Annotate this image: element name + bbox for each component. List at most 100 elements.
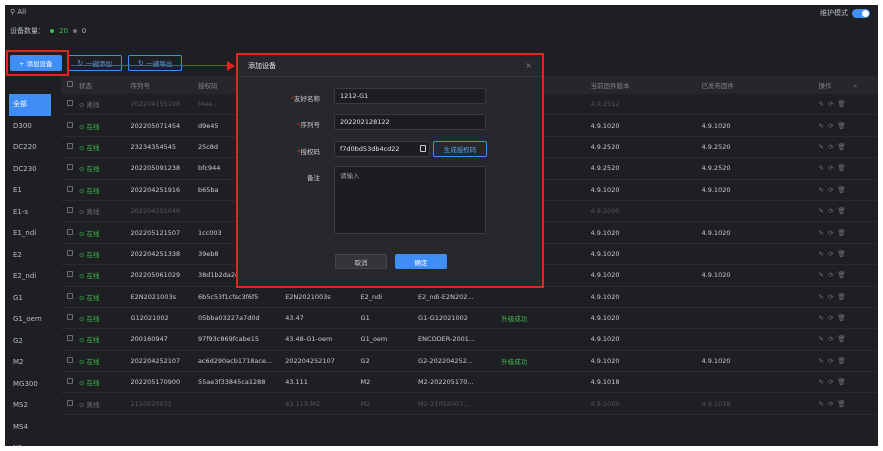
table-row: ⊙ 在线 202204252107 ac6d290acb1718ace... 2022… [61,351,878,373]
filter-all[interactable]: ⚲ All [10,8,26,16]
close-icon[interactable]: × [525,61,532,70]
maintenance-toggle[interactable] [852,8,870,18]
sidebar-item[interactable]: MG300 [5,374,55,396]
edit-icon[interactable]: ✎ [819,335,828,343]
serial-cell: 202204252107 [130,356,181,365]
sidebar-item[interactable]: G2 [5,331,55,353]
delete-icon[interactable]: 🗑 [837,164,849,172]
restart-icon[interactable]: ⟳ [828,271,837,279]
sidebar-item[interactable]: E2_ndi [5,266,55,288]
sidebar-item[interactable]: E1_ndi [5,223,55,245]
bulk-add-label: 一键添加 [85,60,112,68]
status-cell: ⊙ 在线 [78,315,100,324]
restart-icon[interactable]: ⟳ [828,164,837,172]
delete-icon[interactable]: 🗑 [837,250,849,258]
sidebar-item[interactable]: M2 [5,352,55,374]
edit-icon[interactable]: ✎ [819,378,828,386]
edit-icon[interactable]: ✎ [819,164,828,172]
published-fw-cell: 4.9.1018 [701,399,731,408]
sidebar-item[interactable]: E1-s [5,202,55,224]
auth-code-input[interactable]: f7d0bd53db4cd22 [334,141,430,157]
delete-icon[interactable]: 🗑 [837,207,849,215]
device-count-bar: 设备数量： 20 0 [10,26,86,36]
sidebar-item[interactable]: E2 [5,245,55,267]
edit-icon[interactable]: ✎ [819,143,828,151]
edit-icon[interactable]: ✎ [819,250,828,258]
edit-icon[interactable]: ✎ [819,293,828,301]
delete-icon[interactable]: 🗑 [837,271,849,279]
serial-cell: 202205071454 [130,121,181,130]
sidebar-item[interactable]: 全部 [9,94,51,116]
edit-icon[interactable]: ✎ [819,271,828,279]
delete-icon[interactable]: 🗑 [837,229,849,237]
sidebar-item[interactable]: E1 [5,180,55,202]
delete-icon[interactable]: 🗑 [837,357,849,365]
sidebar-item[interactable]: DC220 [5,137,55,159]
edit-icon[interactable]: ✎ [819,314,828,322]
delete-icon[interactable]: 🗑 [837,314,849,322]
ip-cell: 43.111 [285,378,308,387]
sidebar-item[interactable]: MS4 [5,417,55,439]
restart-icon[interactable]: ⟳ [828,229,837,237]
delete-icon[interactable]: 🗑 [837,378,849,386]
auth-cell: 55ae3f33845ca1288 [197,378,266,387]
modal-header: 添加设备 × [238,55,542,77]
restart-icon[interactable]: ⟳ [828,207,837,215]
restart-icon[interactable]: ⟳ [828,335,837,343]
serial-input[interactable]: 202202128122 [334,114,486,130]
auth-cell: 6b5c53f1cfsc3f6f5 [197,292,259,301]
col-serial[interactable]: 序列号 [131,80,198,90]
delete-icon[interactable]: 🗑 [837,293,849,301]
restart-icon[interactable]: ⟳ [828,186,837,194]
sidebar-item[interactable]: G1_oem [5,309,55,331]
edit-icon[interactable]: ✎ [819,229,828,237]
bulk-export-button[interactable]: ↻ 一键导出 [127,55,183,71]
restart-icon[interactable]: ⟳ [828,122,837,130]
restart-icon[interactable]: ⟳ [828,400,837,408]
edit-icon[interactable]: ✎ [819,207,828,215]
sidebar-item[interactable]: G1 [5,288,55,310]
col-published-fw[interactable]: 已发布固件 [702,80,819,90]
restart-icon[interactable]: ⟳ [828,314,837,322]
friendly-name-input[interactable]: 1212-G1 [334,88,486,104]
restart-icon[interactable]: ⟳ [828,293,837,301]
sidebar-item[interactable]: MS2 [5,395,55,417]
edit-icon[interactable]: ✎ [819,400,828,408]
annotation-arrow [71,65,231,66]
search-icon[interactable]: ⌕ [854,82,858,90]
col-status[interactable]: 状态 [73,80,131,90]
confirm-button[interactable]: 确定 [395,254,447,269]
published-fw-cell: 4.9.1020 [701,271,731,280]
bulk-export-label: 一键导出 [146,60,173,68]
restart-icon[interactable]: ⟳ [828,250,837,258]
auth-cell: ac6d290acb1718ace... [197,356,273,365]
edit-icon[interactable]: ✎ [819,100,828,108]
delete-icon[interactable]: 🗑 [837,186,849,194]
sidebar-item[interactable]: N1 [5,438,55,446]
edit-icon[interactable]: ✎ [819,122,828,130]
delete-icon[interactable]: 🗑 [837,400,849,408]
highlight-box [6,50,69,76]
restart-icon[interactable]: ⟳ [828,357,837,365]
delete-icon[interactable]: 🗑 [837,143,849,151]
sidebar-item[interactable]: DC230 [5,159,55,181]
ip-cell: 43.47 [285,314,304,323]
bulk-add-button[interactable]: ↻ 一键添加 [67,55,122,71]
edit-icon[interactable]: ✎ [819,186,828,194]
col-current-fw[interactable]: 当前固件版本 [591,80,702,90]
online-count: 20 [59,27,68,35]
annotation-arrow-head [227,61,235,71]
restart-icon[interactable]: ⟳ [828,378,837,386]
remark-textarea[interactable]: 请输入 [334,166,486,234]
sidebar-item[interactable]: D300 [5,116,55,138]
delete-icon[interactable]: 🗑 [837,335,849,343]
delete-icon[interactable]: 🗑 [837,122,849,130]
restart-icon[interactable]: ⟳ [828,143,837,151]
edit-icon[interactable]: ✎ [819,357,828,365]
copy-icon[interactable] [420,145,426,152]
restart-icon[interactable]: ⟳ [828,100,837,108]
serial-cell: 2110520071 [130,399,172,408]
delete-icon[interactable]: 🗑 [837,100,849,108]
cancel-button[interactable]: 取消 [335,254,387,269]
generate-auth-button[interactable]: 生成授权码 [433,141,487,157]
